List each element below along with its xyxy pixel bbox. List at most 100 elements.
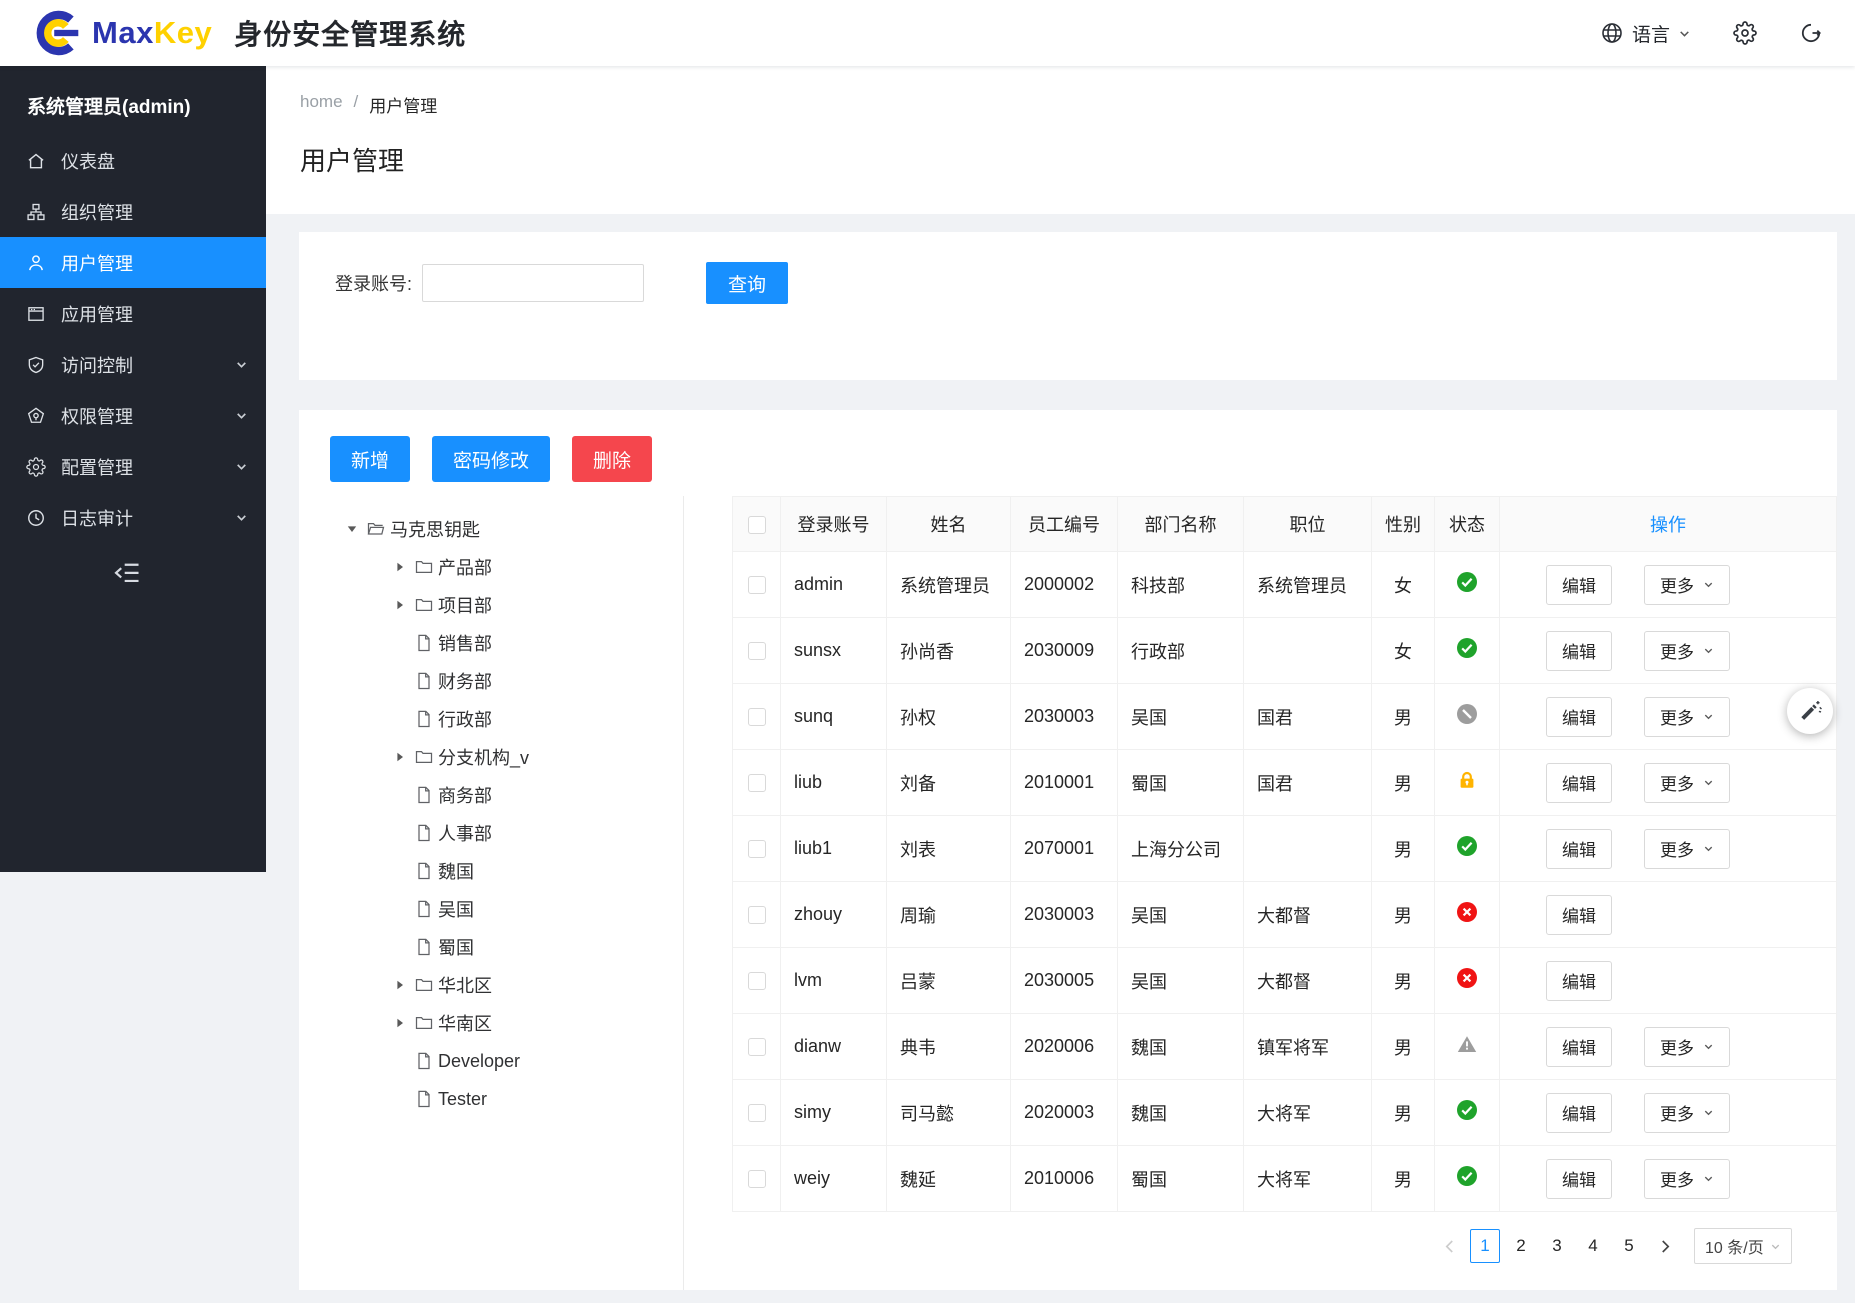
tree-node[interactable]: Developer [346,1042,683,1080]
none-icon[interactable] [394,865,414,878]
page-number[interactable]: 2 [1506,1229,1536,1263]
more-button[interactable]: 更多 [1644,763,1730,803]
caret-right-icon[interactable] [394,561,414,574]
select-all-checkbox[interactable] [748,516,766,534]
row-checkbox[interactable] [748,1104,766,1122]
edit-button[interactable]: 编辑 [1546,895,1612,935]
breadcrumb-home-link[interactable]: home [300,92,343,117]
row-checkbox[interactable] [748,972,766,990]
page-number[interactable]: 5 [1614,1229,1644,1263]
tree-node[interactable]: 行政部 [346,700,683,738]
tree-node[interactable]: 产品部 [346,548,683,586]
brand-name: MaxKey [92,15,212,51]
tree-node[interactable]: 人事部 [346,814,683,852]
row-checkbox[interactable] [748,642,766,660]
tree-node[interactable]: 分支机构_v [346,738,683,776]
annotation-wand-button[interactable] [1787,688,1833,734]
table-row: lvm 吕蒙 2030005 吴国 大都督 男 编辑 [733,948,1837,1014]
edit-button[interactable]: 编辑 [1546,829,1612,869]
none-icon[interactable] [394,1093,414,1106]
sidebar-item[interactable]: 配置管理 [0,441,266,492]
edit-button[interactable]: 编辑 [1546,697,1612,737]
tree-node[interactable]: 华南区 [346,1004,683,1042]
none-icon[interactable] [394,941,414,954]
column-header-actions[interactable]: 操作 [1500,497,1837,552]
login-account-input[interactable] [422,264,644,302]
tree-node[interactable]: 华北区 [346,966,683,1004]
page-size-select[interactable]: 10 条/页 [1694,1228,1792,1264]
none-icon[interactable] [394,827,414,840]
more-button[interactable]: 更多 [1644,1159,1730,1199]
edit-button[interactable]: 编辑 [1546,1027,1612,1067]
more-button[interactable]: 更多 [1644,829,1730,869]
tree-node[interactable]: 财务部 [346,662,683,700]
language-selector[interactable]: 语言 [1600,20,1691,47]
tree-node-label: 财务部 [438,668,492,694]
tree-node-label: 魏国 [438,858,474,884]
more-button[interactable]: 更多 [1644,565,1730,605]
sidebar-item[interactable]: 组织管理 [0,186,266,237]
edit-button[interactable]: 编辑 [1546,763,1612,803]
add-button[interactable]: 新增 [330,436,410,482]
caret-right-icon[interactable] [394,1017,414,1030]
tree-node[interactable]: 项目部 [346,586,683,624]
none-icon[interactable] [394,675,414,688]
row-checkbox[interactable] [748,708,766,726]
edit-button[interactable]: 编辑 [1546,565,1612,605]
none-icon[interactable] [394,903,414,916]
none-icon[interactable] [394,1055,414,1068]
tree-node[interactable]: 魏国 [346,852,683,890]
sidebar-item[interactable]: 仪表盘 [0,135,266,186]
none-icon[interactable] [394,637,414,650]
query-button[interactable]: 查询 [706,262,788,304]
edit-button[interactable]: 编辑 [1546,1159,1612,1199]
none-icon[interactable] [394,713,414,726]
row-checkbox[interactable] [748,1170,766,1188]
previous-page-icon[interactable] [1434,1229,1464,1263]
tree-node[interactable]: 马克思钥匙 [346,510,683,548]
caret-down-icon[interactable] [346,523,366,536]
edit-button[interactable]: 编辑 [1546,961,1612,1001]
row-checkbox[interactable] [748,906,766,924]
menu-fold-icon[interactable] [112,559,142,585]
cell-department: 吴国 [1118,882,1244,948]
page-number[interactable]: 4 [1578,1229,1608,1263]
next-page-icon[interactable] [1650,1229,1680,1263]
cell-gender: 女 [1372,618,1435,684]
more-button[interactable]: 更多 [1644,1093,1730,1133]
row-checkbox[interactable] [748,840,766,858]
sidebar-item[interactable]: 应用管理 [0,288,266,339]
tree-node[interactable]: 商务部 [346,776,683,814]
tree-node[interactable]: Tester [346,1080,683,1118]
caret-right-icon[interactable] [394,751,414,764]
none-icon[interactable] [394,789,414,802]
caret-right-icon[interactable] [394,979,414,992]
page-number[interactable]: 1 [1470,1229,1500,1263]
logout-icon[interactable] [1799,21,1823,45]
delete-button[interactable]: 删除 [572,436,652,482]
more-button[interactable]: 更多 [1644,697,1730,737]
edit-button[interactable]: 编辑 [1546,631,1612,671]
row-checkbox[interactable] [748,774,766,792]
tree-node[interactable]: 蜀国 [346,928,683,966]
caret-right-icon[interactable] [394,599,414,612]
row-checkbox[interactable] [748,576,766,594]
sidebar-item[interactable]: 权限管理 [0,390,266,441]
sidebar-item[interactable]: 用户管理 [0,237,266,288]
more-button[interactable]: 更多 [1644,1027,1730,1067]
change-password-button[interactable]: 密码修改 [432,436,550,482]
edit-button[interactable]: 编辑 [1546,1093,1612,1133]
maxkey-logo-icon [32,8,82,58]
tree-node[interactable]: 吴国 [346,890,683,928]
row-checkbox[interactable] [748,1038,766,1056]
settings-gear-icon[interactable] [1733,21,1757,45]
tree-node-label: 人事部 [438,820,492,846]
more-button[interactable]: 更多 [1644,631,1730,671]
page-title: 用户管理 [300,141,1855,178]
tree-node[interactable]: 销售部 [346,624,683,662]
cell-position [1244,618,1372,684]
sidebar-item[interactable]: 访问控制 [0,339,266,390]
inactive-icon [1457,902,1477,922]
sidebar-item[interactable]: 日志审计 [0,492,266,543]
page-number[interactable]: 3 [1542,1229,1572,1263]
